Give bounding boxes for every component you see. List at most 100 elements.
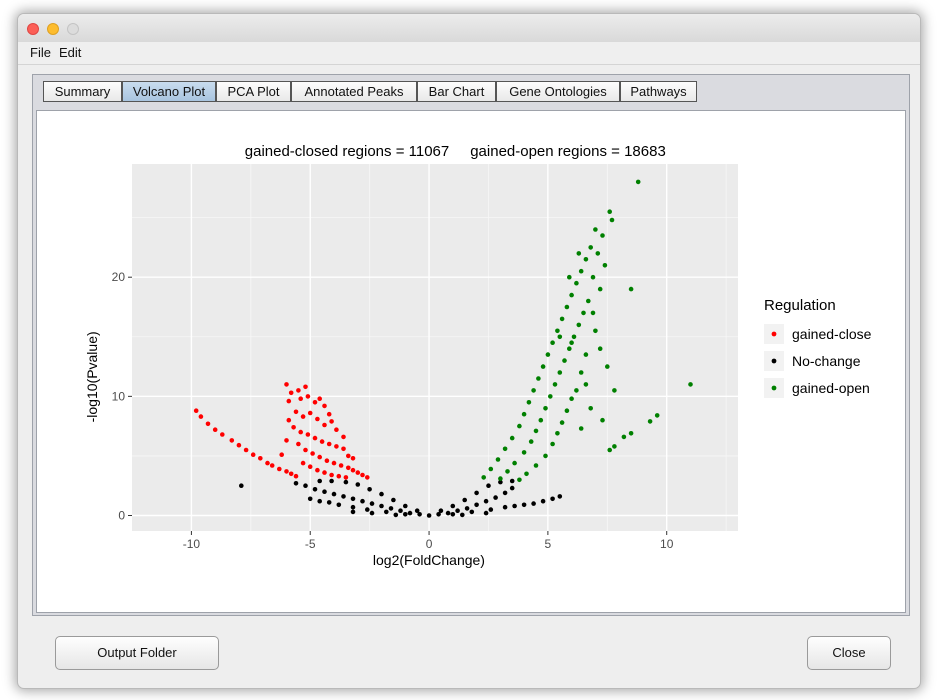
point-No-change [502, 504, 508, 510]
tab-volcano-plot[interactable]: Volcano Plot [122, 81, 216, 102]
point-gained-open [612, 444, 617, 449]
point-gained-close [322, 422, 327, 428]
point-gained-close [198, 414, 204, 419]
point-gained-open [586, 298, 591, 304]
point-No-change [521, 502, 527, 508]
point-gained-close [324, 458, 330, 464]
point-gained-open [505, 469, 510, 474]
x-tick-label: 5 [545, 537, 552, 551]
legend-title: Regulation [764, 297, 836, 314]
point-gained-open [607, 209, 612, 214]
point-gained-open [488, 466, 494, 472]
point-gained-close [205, 421, 211, 427]
legend-label: gained-close [792, 326, 872, 342]
point-gained-open [571, 334, 577, 340]
tab-bar-chart[interactable]: Bar Chart [417, 81, 496, 102]
tab-annotated-peaks[interactable]: Annotated Peaks [291, 81, 417, 102]
window-close-icon[interactable] [27, 23, 39, 35]
point-gained-open [635, 179, 641, 185]
point-gained-open [607, 447, 612, 453]
menu-edit[interactable]: Edit [59, 45, 81, 60]
point-gained-close [284, 469, 289, 474]
menu-file[interactable]: File [30, 45, 51, 60]
point-No-change [462, 497, 468, 503]
point-gained-close [365, 475, 370, 480]
point-No-change [367, 487, 372, 492]
point-gained-open [517, 477, 522, 483]
point-No-change [455, 508, 460, 513]
chart-title-open: gained-open regions = 18683 [470, 143, 666, 160]
point-gained-close [269, 463, 275, 468]
point-No-change [365, 507, 370, 512]
point-gained-close [350, 467, 356, 473]
point-No-change [350, 496, 356, 502]
point-No-change [512, 503, 517, 509]
point-gained-close [229, 438, 235, 443]
tab-pca-plot[interactable]: PCA Plot [216, 81, 291, 102]
point-No-change [438, 508, 444, 513]
point-gained-close [310, 451, 315, 456]
point-No-change [474, 502, 479, 508]
point-gained-close [305, 432, 311, 437]
title-bar [18, 14, 920, 42]
point-gained-close [322, 403, 327, 409]
point-No-change [393, 512, 399, 518]
point-No-change [426, 513, 432, 518]
point-gained-open [654, 413, 660, 418]
point-gained-open [588, 245, 593, 250]
point-gained-open [605, 364, 610, 369]
point-No-change [293, 481, 299, 486]
point-No-change [322, 489, 327, 495]
point-gained-close [346, 465, 351, 471]
point-No-change [483, 498, 489, 504]
point-No-change [341, 494, 346, 499]
point-gained-open [581, 310, 586, 316]
point-gained-close [307, 464, 313, 470]
point-gained-open [600, 233, 605, 238]
y-tick-label: 10 [112, 389, 126, 403]
point-No-change [312, 487, 318, 492]
point-No-change [239, 483, 244, 489]
legend-key-gained-close [771, 331, 777, 337]
tab-summary[interactable]: Summary [43, 81, 122, 102]
point-gained-open [574, 280, 579, 286]
point-gained-close [296, 388, 301, 393]
chart-title-closed: gained-closed regions = 11067 [245, 143, 449, 160]
point-No-change [488, 507, 494, 512]
point-gained-close [312, 400, 318, 405]
point-gained-close [265, 460, 270, 466]
point-gained-open [498, 476, 503, 481]
legend-key-gained-open [771, 385, 777, 391]
window-zoom-icon[interactable] [67, 23, 79, 35]
point-gained-open [550, 441, 555, 447]
x-tick-label: 0 [426, 537, 433, 551]
point-gained-open [521, 450, 527, 455]
point-No-change [391, 497, 396, 503]
point-gained-close [258, 456, 263, 461]
window-minimize-icon[interactable] [47, 23, 59, 35]
point-No-change [329, 478, 334, 484]
point-gained-close [350, 456, 356, 461]
point-gained-open [628, 286, 634, 292]
tab-pathways[interactable]: Pathways [620, 81, 697, 102]
point-gained-open [555, 431, 560, 436]
point-gained-close [346, 453, 351, 459]
point-gained-close [296, 441, 301, 447]
point-gained-open [588, 406, 593, 411]
point-gained-close [284, 382, 289, 387]
point-gained-open [538, 417, 544, 423]
output-folder-button[interactable]: Output Folder [55, 636, 219, 670]
close-button[interactable]: Close [807, 636, 891, 670]
point-No-change [450, 503, 456, 509]
point-gained-open [552, 382, 558, 387]
point-gained-open [540, 364, 546, 369]
point-gained-open [593, 227, 598, 232]
tab-gene-ontologies[interactable]: Gene Ontologies [496, 81, 620, 102]
point-No-change [460, 512, 465, 518]
point-gained-open [543, 453, 548, 459]
volcano-plot-chart: gained-closed regions = 11067 gained-open… [84, 143, 872, 568]
point-gained-close [341, 434, 346, 440]
point-gained-open [567, 346, 572, 351]
point-gained-open [576, 322, 582, 328]
point-No-change [403, 503, 408, 509]
